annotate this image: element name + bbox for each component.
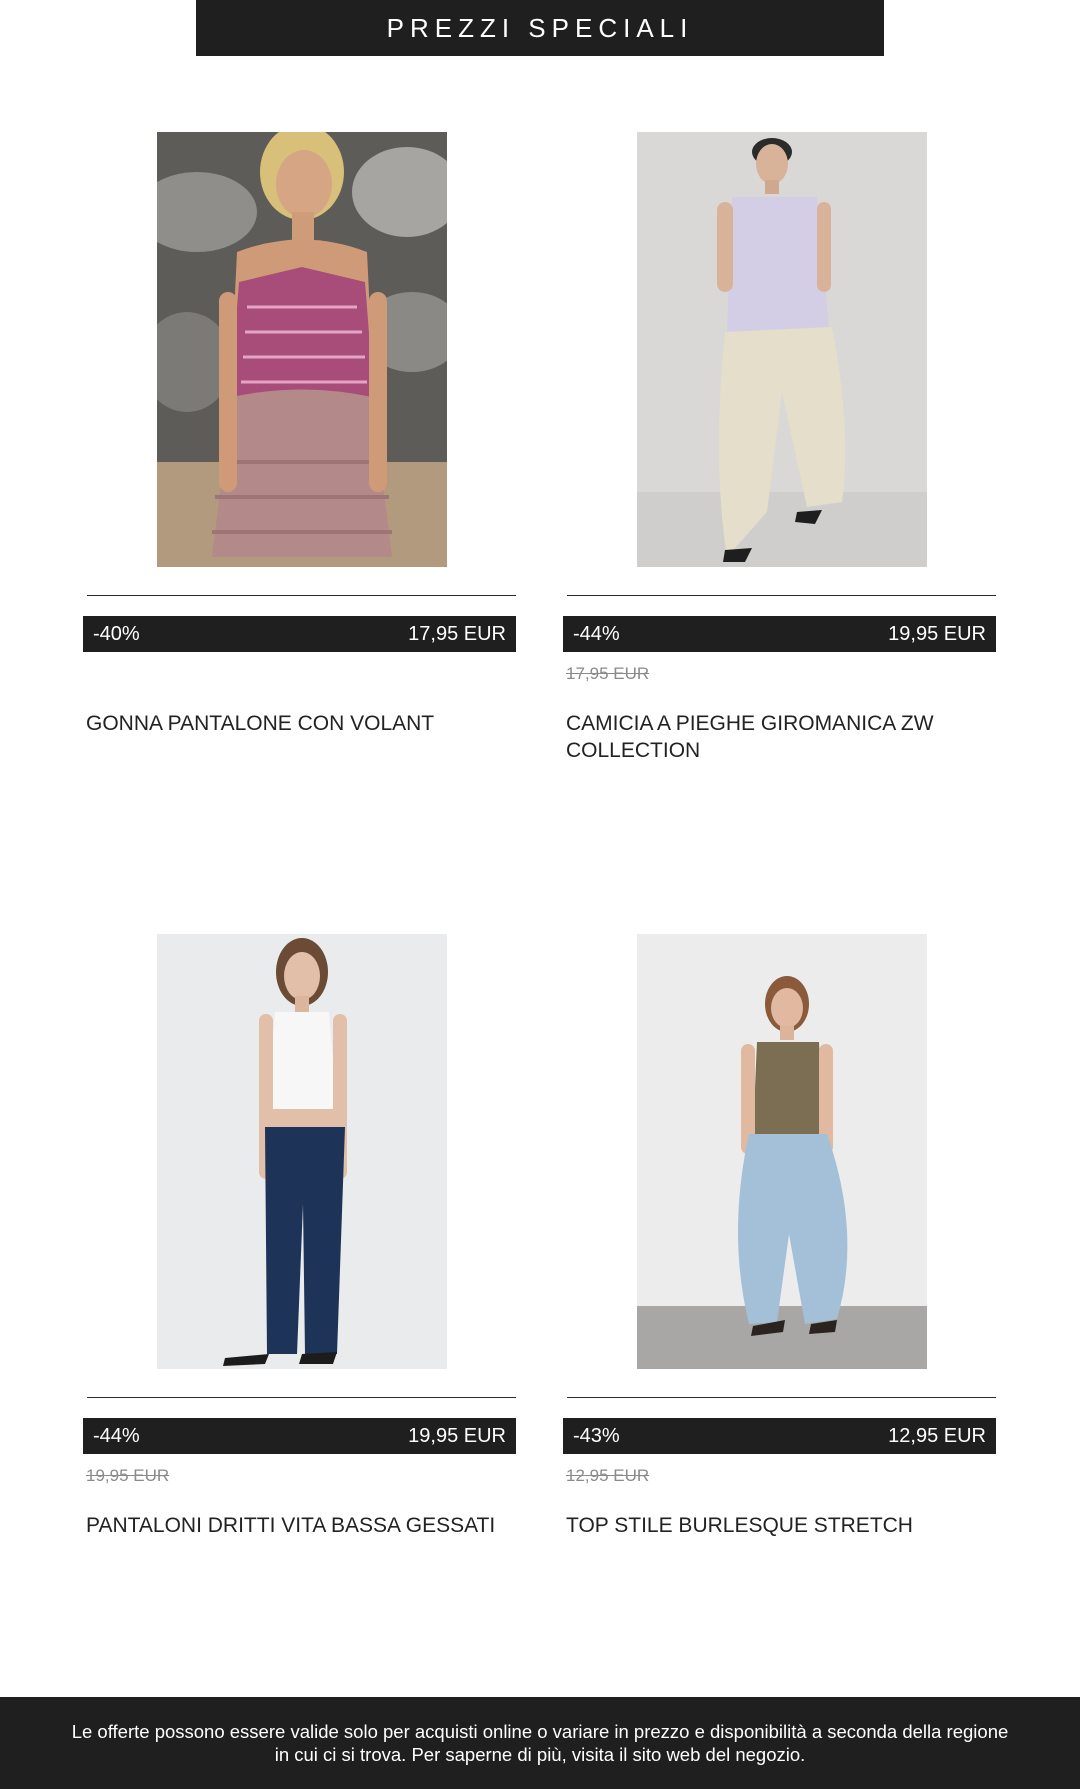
price-bar: -44% 19,95 EUR [83,1418,516,1454]
discount-badge: -40% [93,622,140,645]
product-image[interactable] [637,934,927,1369]
product-name[interactable]: GONNA PANTALONE CON VOLANT [86,710,516,737]
product-image[interactable] [637,132,927,567]
price-bar: -40% 17,95 EUR [83,616,516,652]
price-bar: -44% 19,95 EUR [563,616,996,652]
disclaimer-text: Le offerte possono essere valide solo pe… [71,1721,1009,1765]
divider [567,595,996,596]
divider [87,1397,516,1398]
sale-price: 19,95 EUR [408,1424,506,1447]
discount-badge: -44% [573,622,620,645]
original-price: 17,95 EUR [566,664,650,683]
sale-price: 19,95 EUR [888,622,986,645]
product-card[interactable]: -43% 12,95 EUR 12,95 EUR TOP STILE BURLE… [563,934,996,1554]
page-title-banner: PREZZI SPECIALI [196,0,884,56]
page-title: PREZZI SPECIALI [386,12,694,43]
product-card[interactable]: -40% 17,95 EUR GONNA PANTALONE CON VOLAN… [83,132,516,752]
product-card[interactable]: -44% 19,95 EUR 19,95 EUR PANTALONI DRITT… [83,934,516,1554]
discount-badge: -43% [573,1424,620,1447]
sale-price: 12,95 EUR [888,1424,986,1447]
product-card[interactable]: -44% 19,95 EUR 17,95 EUR CAMICIA A PIEGH… [563,132,996,762]
product-image[interactable] [157,132,447,567]
footer-disclaimer-bar: Le offerte possono essere valide solo pe… [0,1697,1080,1789]
product-name[interactable]: PANTALONI DRITTI VITA BASSA GESSATI [86,1512,516,1539]
sale-price: 17,95 EUR [408,622,506,645]
product-name[interactable]: CAMICIA A PIEGHE GIROMANICA ZW COLLECTIO… [566,710,996,764]
divider [87,595,516,596]
divider [567,1397,996,1398]
price-bar: -43% 12,95 EUR [563,1418,996,1454]
discount-badge: -44% [93,1424,140,1447]
product-name[interactable]: TOP STILE BURLESQUE STRETCH [566,1512,996,1539]
original-price: 19,95 EUR [86,1466,170,1485]
original-price: 12,95 EUR [566,1466,650,1485]
product-image[interactable] [157,934,447,1369]
